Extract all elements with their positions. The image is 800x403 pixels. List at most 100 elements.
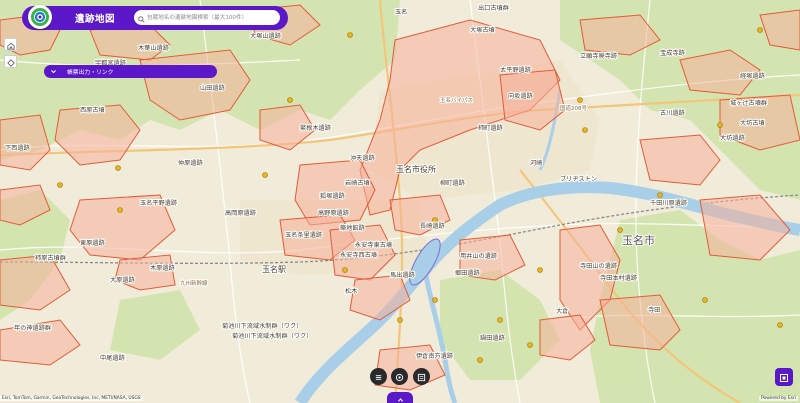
site-label: 菊池川下流域水制群（ワク）	[232, 332, 312, 340]
city-label: 玉名市	[622, 233, 655, 247]
site-label: 太平野遺跡	[500, 66, 532, 74]
legend-icon	[779, 368, 789, 387]
site-marker	[582, 127, 588, 133]
site-label: 立願寺廃寺跡	[580, 52, 618, 60]
area-label: 玉名駅	[262, 264, 286, 274]
search-icon	[138, 8, 145, 27]
site-label: 馬出遺跡	[390, 271, 416, 279]
site-marker	[342, 267, 348, 273]
site-marker	[757, 27, 763, 33]
site-label: 千田川原遺跡	[650, 199, 688, 207]
site-marker	[657, 192, 663, 198]
site-label: 鍋田遺跡	[480, 334, 506, 342]
site-label: 大塚山遺跡	[250, 32, 282, 40]
site-label: 城ヶ辻古墳群	[730, 99, 767, 107]
site-marker	[115, 165, 121, 171]
site-label: 経塚遺跡	[740, 72, 766, 80]
site-label: 岩崎古墳	[345, 179, 370, 187]
site-label: 郷田遺跡	[455, 269, 481, 277]
locate-icon	[6, 52, 15, 71]
site-label: 玉名条里遺跡	[285, 231, 323, 239]
search-input[interactable]	[147, 11, 279, 24]
site-marker	[477, 357, 483, 363]
site-marker	[57, 182, 63, 188]
print-icon	[417, 367, 426, 386]
site-label: 木葉山遺跡	[138, 44, 170, 52]
basemap-icon	[395, 367, 404, 386]
site-label: 用井山の遺跡	[460, 252, 498, 260]
site-label: 西原古墳	[80, 106, 105, 114]
area-label: 玉名市役所	[396, 164, 436, 174]
chevron-up-icon	[397, 388, 404, 403]
site-marker	[397, 317, 403, 323]
site-marker	[777, 322, 783, 328]
site-label: 下西遺跡	[5, 144, 31, 152]
app-logo-icon[interactable]	[28, 5, 52, 29]
site-marker	[287, 97, 293, 103]
site-label: 山田遺跡	[200, 84, 226, 92]
map-attribution: Esri, TomTom, Garmin, GeoTechnologies, I…	[0, 396, 143, 401]
site-marker	[347, 32, 353, 38]
site-label: 木原遺跡	[150, 264, 176, 272]
site-label: 伊倉南方遺跡	[416, 352, 454, 360]
chevron-down-icon	[50, 68, 58, 76]
site-label: 築地館跡	[340, 224, 366, 232]
area-label: 大倉	[556, 307, 568, 315]
site-label: 高野原遺跡	[318, 209, 350, 217]
map-canvas[interactable]: 玉名市 玉名市役所 ブリヂストン 玉名駅 玉名 河崎 松木 大倉 寺田 国道20…	[0, 0, 800, 403]
site-label: 永安寺東古墳	[355, 241, 392, 249]
home-button[interactable]	[4, 38, 17, 51]
locate-button[interactable]	[4, 55, 17, 68]
area-label: ブリヂストン	[560, 175, 597, 183]
site-label: 仲原遺跡	[178, 159, 204, 167]
site-marker	[432, 217, 438, 223]
site-marker	[432, 297, 438, 303]
site-label: 大坊遺跡	[720, 134, 746, 142]
site-label: 狐塚遺跡	[320, 192, 346, 200]
site-marker	[617, 227, 623, 233]
site-label: 玉名平野遺跡	[140, 199, 178, 207]
site-marker	[527, 342, 533, 348]
area-label: 河崎	[530, 159, 542, 167]
app-title: 遺跡地図	[75, 14, 116, 25]
site-marker	[117, 207, 123, 213]
layers-button[interactable]	[370, 368, 387, 385]
site-label: 東原遺跡	[80, 239, 106, 247]
site-marker	[262, 172, 268, 178]
layers-icon	[374, 367, 383, 386]
road-label: 玉名バイパス	[440, 96, 473, 104]
print-button[interactable]	[413, 368, 430, 385]
site-label: 大坊古墳	[740, 119, 765, 127]
site-label: 寺田山の遺跡	[580, 262, 618, 270]
site-label: 中尾遺跡	[100, 354, 126, 362]
site-label: 繁根木遺跡	[300, 124, 332, 132]
legend-button[interactable]	[775, 368, 793, 386]
site-label: 柳町遺跡	[440, 179, 466, 187]
site-marker	[717, 122, 723, 128]
site-label: 柿原古墳群	[35, 254, 66, 262]
site-label: 柿町遺跡	[478, 124, 504, 132]
site-label: 出口古墳群	[478, 4, 509, 12]
layer-panel-label: 帳票出力・リンク	[67, 70, 114, 76]
site-label: 沖天遺跡	[350, 154, 376, 162]
site-label: 寺田本村遺跡	[600, 274, 638, 282]
site-label: 菊池川下流域水制群（ワク）	[222, 322, 302, 330]
site-label: 高岡原遺跡	[225, 209, 257, 217]
site-label: 長崎遺跡	[420, 222, 446, 230]
area-label: 松木	[345, 287, 357, 295]
site-label: 古川遺跡	[660, 109, 686, 117]
site-label: 向坂遺跡	[508, 92, 534, 100]
area-label: 玉名	[395, 8, 407, 16]
site-marker	[702, 297, 708, 303]
site-label: 大塚古墳	[470, 26, 495, 34]
site-label: 永安寺西古墳	[340, 251, 377, 259]
road-label: 九州新幹線	[180, 279, 208, 287]
powered-by: Powered by Esri	[759, 396, 798, 401]
layer-panel-toggle[interactable]: 帳票出力・リンク	[44, 65, 217, 78]
basemap-button[interactable]	[391, 368, 408, 385]
site-marker	[537, 267, 543, 273]
bottom-panel-toggle[interactable]	[387, 392, 413, 403]
search-box[interactable]	[134, 10, 280, 25]
area-label: 寺田	[648, 307, 660, 314]
site-label: 大原遺跡	[110, 276, 136, 284]
